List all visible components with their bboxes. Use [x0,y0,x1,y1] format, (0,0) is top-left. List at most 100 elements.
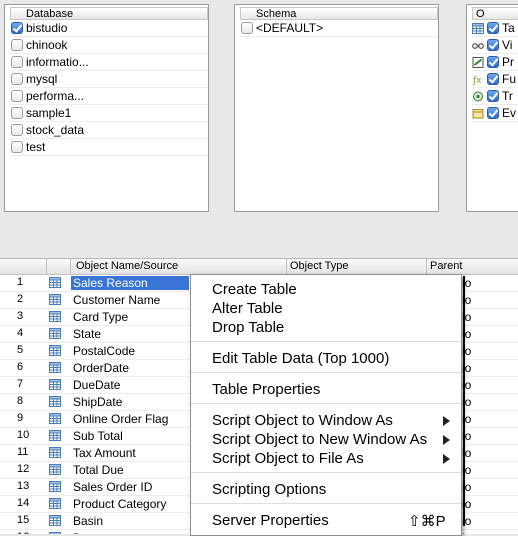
table-icon [49,481,61,492]
checkbox[interactable] [11,124,23,136]
table-icon [49,515,61,526]
menu-alter-table[interactable]: Alter Table [212,300,283,317]
object-type-item[interactable]: Ev [472,105,518,122]
table-icon [49,277,61,288]
row-number: 11 [17,446,29,458]
table-icon [49,396,61,407]
column-parent[interactable]: Parent [430,260,462,272]
checkbox-label: test [26,140,46,154]
database-item[interactable]: bistudio [10,20,208,37]
menu-edit-table-data[interactable]: Edit Table Data (Top 1000) [212,350,389,367]
checkbox-label: Tr [502,89,513,103]
checkbox[interactable] [11,141,23,153]
menu-table-properties[interactable]: Table Properties [212,381,320,398]
object-name-cell[interactable]: Sub Total [73,429,123,443]
checkbox-label: performa... [26,89,85,103]
menu-script-to-new-window[interactable]: Script Object to New Window As [212,431,427,448]
checkbox[interactable] [11,39,23,51]
object-name-cell[interactable]: State [73,327,101,341]
checkbox[interactable] [11,73,23,85]
object-name-cell[interactable]: Tax Amount [73,446,136,460]
checkbox-label: informatio... [26,55,89,69]
checkbox-label: Vi [502,38,513,52]
object-name-cell[interactable]: Sales Order ID [73,480,152,494]
schema-item[interactable]: <DEFAULT> [240,20,438,37]
trigger-icon [472,91,484,102]
database-list: bistudio chinook informatio... mysql perform… [10,20,208,156]
database-item[interactable]: chinook [10,37,208,54]
object-type-item[interactable]: Tr [472,88,518,105]
checkbox[interactable] [487,56,499,68]
object-name-cell[interactable]: Online Order Flag [73,412,168,426]
object-name-cell[interactable]: Customer Name [73,293,160,307]
database-item[interactable]: mysql [10,71,208,88]
menu-server-properties[interactable]: Server Properties [212,512,329,529]
row-number: 6 [17,361,24,373]
checkbox[interactable] [487,39,499,51]
object-type-list: Ta Vi Pr ƒx Fu Tr Ev [472,20,518,122]
checkbox[interactable] [487,73,499,85]
checkbox[interactable] [11,56,23,68]
database-item[interactable]: informatio... [10,54,208,71]
checkbox-label: bistudio [26,21,68,35]
row-number: 9 [17,412,24,424]
database-column-header[interactable]: Database [10,7,208,20]
submenu-arrow-icon [443,435,450,445]
checkbox[interactable] [11,22,23,34]
menu-scripting-options[interactable]: Scripting Options [212,481,326,498]
submenu-arrow-icon [443,454,450,464]
object-name-cell[interactable]: DueDate [73,378,120,392]
object-type-column-header[interactable]: O [472,7,518,20]
object-type-item[interactable]: Vi [472,37,518,54]
menu-server-properties-shortcut: ⇧⌘P [408,513,446,530]
column-object-name[interactable]: Object Name/Source [76,260,178,272]
column-object-type[interactable]: Object Type [290,260,349,272]
database-item[interactable]: sample1 [10,105,208,122]
context-menu: Create Table Alter Table Drop Table Edit… [190,274,462,536]
row-number: 13 [17,480,30,492]
checkbox-label: stock_data [26,123,85,137]
menu-create-table[interactable]: Create Table [212,281,297,298]
checkbox-label: Ev [502,106,517,120]
pane-splitter[interactable] [0,222,518,258]
column-resize-line [463,276,465,526]
menu-script-to-window[interactable]: Script Object to Window As [212,412,393,429]
object-type-item[interactable]: Pr [472,54,518,71]
checkbox[interactable] [241,22,253,34]
checkbox-label: <DEFAULT> [256,21,324,35]
checkbox[interactable] [11,107,23,119]
svg-text:ƒx: ƒx [472,76,482,85]
table-icon [49,294,61,305]
function-icon: ƒx [472,74,484,86]
event-icon [472,108,484,119]
checkbox[interactable] [487,107,499,119]
object-name-cell[interactable]: PostalCode [73,344,135,358]
row-number: 5 [17,344,24,356]
object-type-item[interactable]: Ta [472,20,518,37]
table-icon [49,447,61,458]
table-icon [49,311,61,322]
checkbox[interactable] [11,90,23,102]
database-item[interactable]: stock_data [10,122,208,139]
object-name-cell[interactable]: OrderDate [73,361,129,375]
procedure-icon [472,56,484,68]
menu-drop-table[interactable]: Drop Table [212,319,284,336]
checkbox[interactable] [487,90,499,102]
table-icon [49,430,61,441]
object-name-cell[interactable]: Basin [73,514,103,528]
object-name-cell[interactable]: ShipDate [73,395,122,409]
table-icon [49,532,61,534]
checkbox-label: mysql [26,72,58,86]
object-type-panel: O Ta Vi Pr ƒx Fu Tr Ev [466,4,518,212]
menu-script-to-file[interactable]: Script Object to File As [212,450,364,467]
checkbox[interactable] [487,22,499,34]
object-name-cell[interactable]: Card Type [73,310,128,324]
table-icon [49,413,61,424]
schema-column-header[interactable]: Schema [240,7,438,20]
object-name-cell[interactable]: Product Category [73,497,166,511]
object-name-cell[interactable]: Sales Reason [71,276,189,290]
database-item[interactable]: performa... [10,88,208,105]
database-item[interactable]: test [10,139,208,156]
object-name-cell[interactable]: Total Due [73,463,124,477]
object-type-item[interactable]: ƒx Fu [472,71,518,88]
